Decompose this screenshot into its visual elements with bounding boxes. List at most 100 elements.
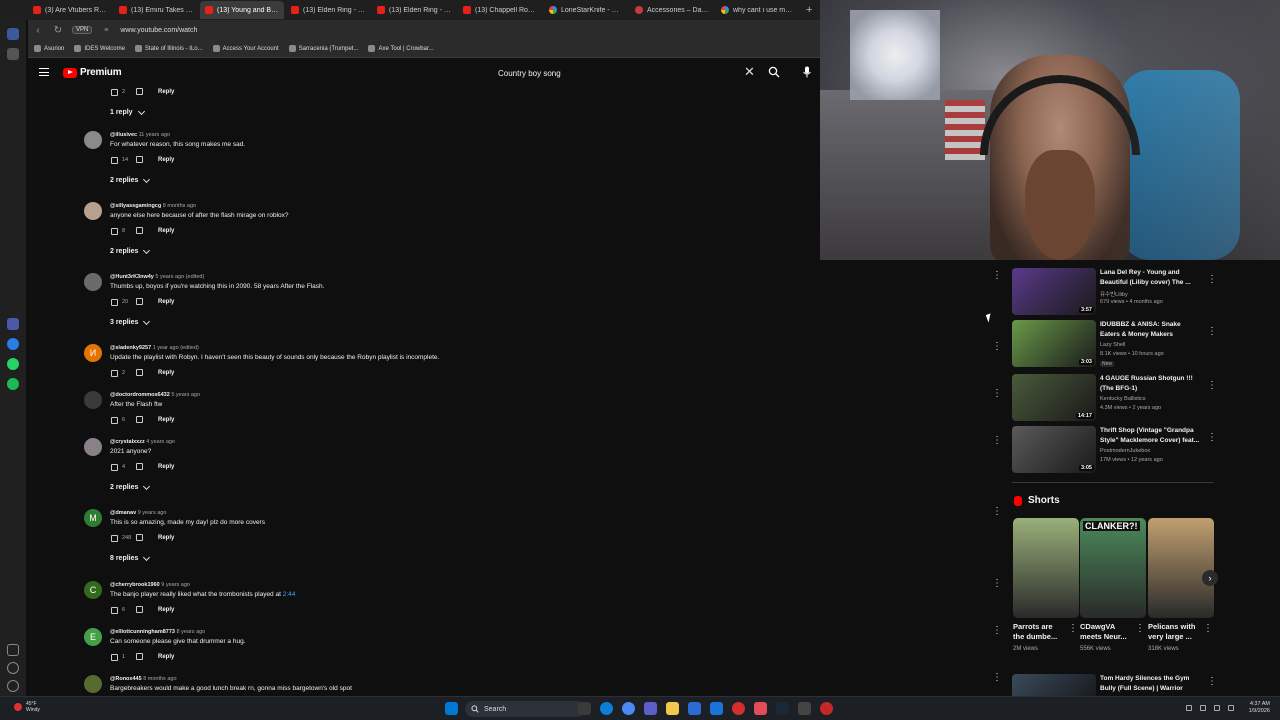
video-thumbnail[interactable]: 3:57 [1012,268,1096,315]
reply-button[interactable]: Reply [158,535,174,541]
more-options-icon[interactable] [992,388,1002,402]
comment-time[interactable]: 8 years ago [177,629,206,635]
comment-author[interactable]: @dmanav [110,510,136,516]
dislike-icon[interactable] [136,606,144,614]
dislike-icon[interactable] [136,227,144,235]
like-icon[interactable] [110,298,118,306]
bookmark[interactable]: Axe Tool | Crowbar... [368,45,434,52]
outlook-icon[interactable] [710,702,723,715]
avatar[interactable] [84,675,102,693]
bookmark[interactable]: Asurion [34,45,64,52]
new-tab-button[interactable]: + [802,4,812,16]
recommended-video[interactable]: 3:57 Lana Del Rey - Young and Beautiful (… [1012,268,1217,320]
url-field[interactable]: www.youtube.com/watch [120,27,197,34]
video-thumbnail[interactable]: 3:03 [1012,320,1096,367]
video-title[interactable]: IDUBBBZ & ANISA: Snake Eaters & Money Ma… [1100,320,1200,340]
bookmark[interactable]: State of Illinois - ILo... [134,45,203,52]
more-options-icon[interactable] [1207,676,1217,690]
recommended-video[interactable]: 14:17 4 GAUGE Russian Shotgun !!! (The BF… [1012,374,1217,426]
avatar[interactable]: C [84,581,102,599]
replies-toggle[interactable]: 3 replies [110,317,151,326]
comment-time[interactable]: 1 year ago (edited) [153,345,199,351]
reply-button[interactable]: Reply [158,157,174,163]
volume-icon[interactable] [1214,705,1220,711]
channel-name[interactable]: Kentucky Ballistics [1100,396,1146,402]
dislike-icon[interactable] [136,416,144,424]
settings-icon[interactable] [7,680,19,692]
reply-button[interactable]: Reply [158,228,174,234]
dislike-icon[interactable] [136,369,144,377]
messenger-icon[interactable] [7,338,19,350]
reply-button[interactable]: Reply [158,370,174,376]
browser-tab[interactable]: (3) Are Vtubers Really th [28,1,112,19]
short-title[interactable]: CDawgVA meets Neur... [1080,622,1132,642]
wifi-icon[interactable] [1200,705,1206,711]
comment-time[interactable]: 8 months ago [163,203,196,209]
more-options-icon[interactable] [1207,432,1217,446]
youtube-logo[interactable]: Premium [63,67,122,78]
bookmark[interactable]: Sarracenia (Trumpet... [288,45,358,52]
app-icon[interactable] [820,702,833,715]
comment-author[interactable]: @Ronox445 [110,676,142,682]
store-icon[interactable] [688,702,701,715]
like-icon[interactable] [110,463,118,471]
whatsapp-icon[interactable] [7,358,19,370]
avatar[interactable] [84,438,102,456]
like-icon[interactable] [110,156,118,164]
recommended-video[interactable]: Tom Hardy Silences the Gym Bully (Full S… [1012,674,1217,696]
search-icon[interactable] [768,66,780,78]
more-options-icon[interactable] [992,341,1002,355]
reply-button[interactable]: Reply [158,417,174,423]
channel-name[interactable]: PostmodernJukebox [1100,448,1150,454]
bookmark[interactable]: Access Your Account [212,45,279,52]
task-view-icon[interactable] [578,702,591,715]
clock[interactable]: 4:37 AM 1/9/2026 [1240,701,1270,715]
comment-author[interactable]: @elliottcunningham8773 [110,629,175,635]
browser-tab[interactable]: Accessories – Dart Armour [630,1,714,19]
more-options-icon[interactable] [992,672,1002,686]
dislike-icon[interactable] [136,463,144,471]
short-thumbnail[interactable] [1013,518,1079,618]
reload-icon[interactable]: ↻ [52,25,64,36]
site-info-icon[interactable]: ≡ [100,27,112,34]
comment-time[interactable]: 4 years ago [146,439,175,445]
history-icon[interactable] [7,662,19,674]
short-title[interactable]: Parrots are the dumbe... [1013,622,1065,642]
edge-icon[interactable] [600,702,613,715]
dislike-icon[interactable] [136,653,144,661]
reply-button[interactable]: Reply [158,89,174,95]
comment-author[interactable]: @doctordrommos6432 [110,392,170,398]
dislike-icon[interactable] [136,298,144,306]
app-icon[interactable] [7,318,19,330]
microphone-icon[interactable] [802,66,812,78]
more-options-icon[interactable] [992,435,1002,449]
short-title[interactable]: Pelicans with very large ... [1148,622,1200,642]
channel-name[interactable]: Lazy Shell [1100,342,1125,348]
comment-author[interactable]: @illusivec [110,132,137,138]
short-thumbnail[interactable] [1148,518,1214,618]
like-icon[interactable] [110,88,118,96]
dislike-icon[interactable] [136,534,144,542]
star-icon[interactable] [7,48,19,60]
avatar[interactable]: M [84,509,102,527]
home-icon[interactable] [7,28,19,40]
more-options-icon[interactable] [992,578,1002,592]
comment-time[interactable]: 9 years ago [161,582,190,588]
more-options-icon[interactable] [1207,326,1217,340]
app-icon[interactable] [798,702,811,715]
browser-tab[interactable]: (13) Chappell Roan - Pink [458,1,542,19]
avatar[interactable] [84,273,102,291]
more-options-icon[interactable] [1203,623,1213,637]
reply-button[interactable]: Reply [158,299,174,305]
reply-button[interactable]: Reply [158,464,174,470]
comment-time[interactable]: 11 years ago [139,132,170,138]
channel-name[interactable]: 유수빈Liliby [1100,290,1128,298]
short-thumbnail[interactable]: CLANKER?! [1080,518,1146,618]
spotify-icon[interactable] [7,378,19,390]
start-icon[interactable] [445,702,458,715]
bookmark[interactable]: IDES Welcome [74,45,125,52]
comment-author[interactable]: @Hunt3rK3nw4y [110,274,154,280]
like-icon[interactable] [110,653,118,661]
like-icon[interactable] [110,227,118,235]
browser-tab[interactable]: LoneStarKnife - Google S [544,1,628,19]
